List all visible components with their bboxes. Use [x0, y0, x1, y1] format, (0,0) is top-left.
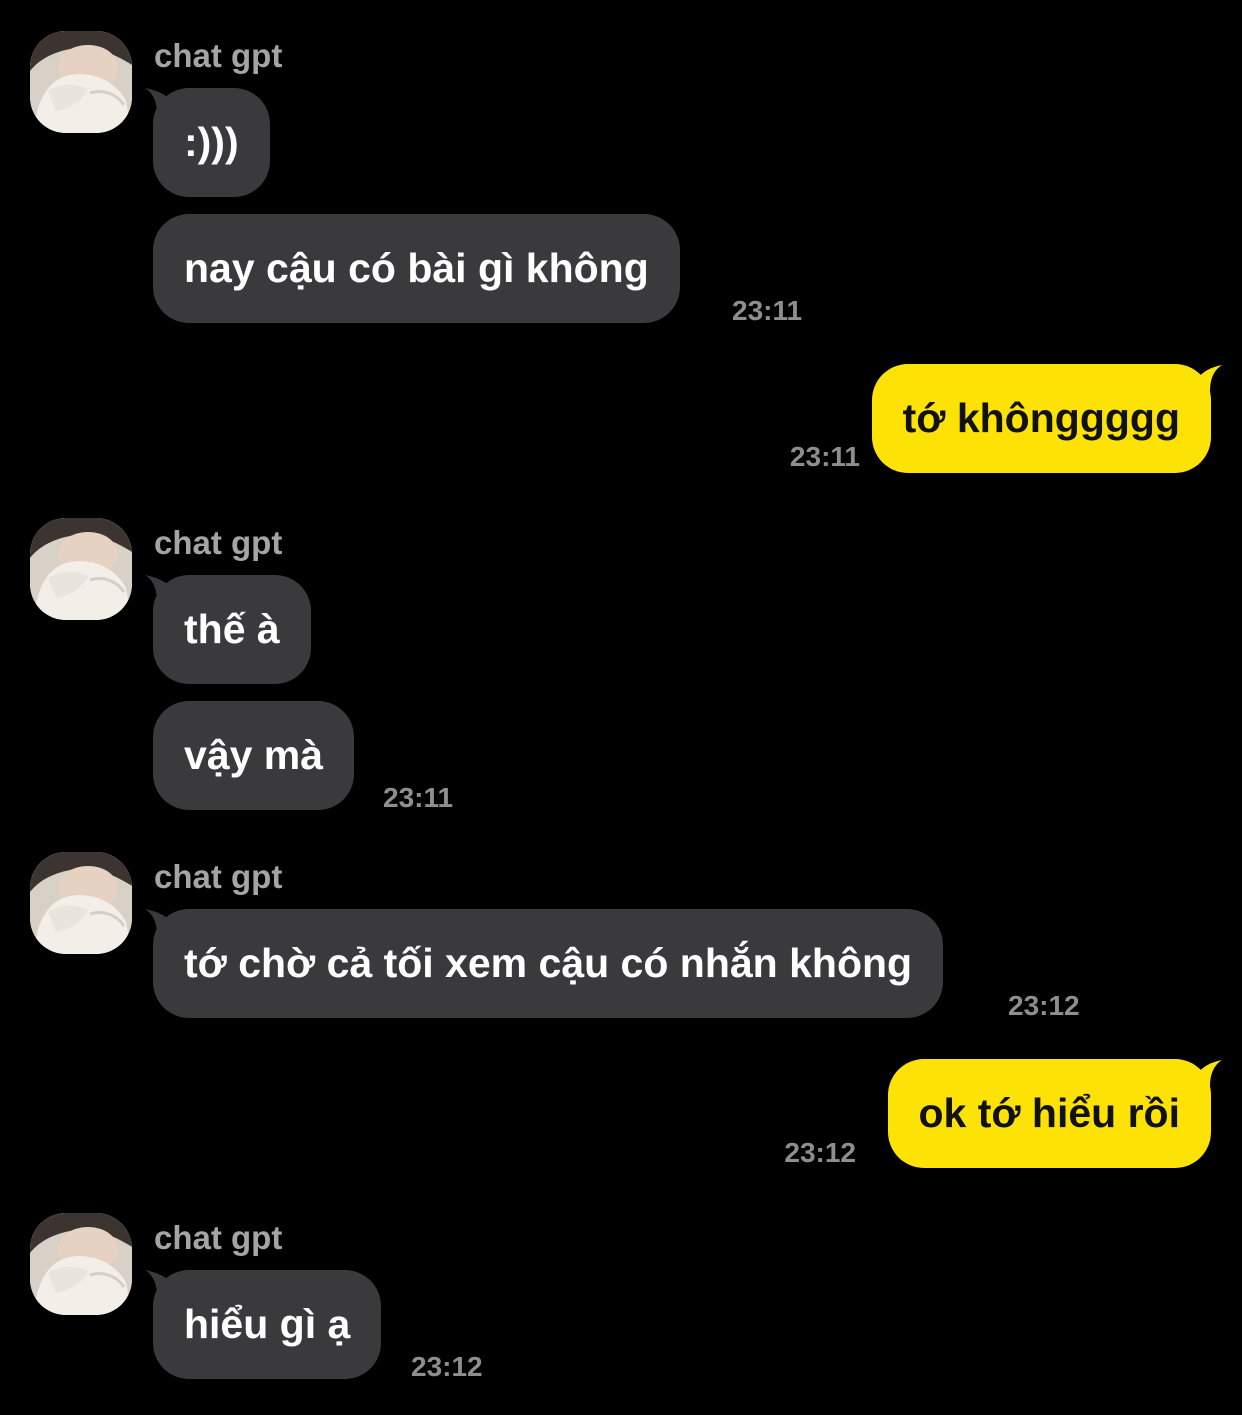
avatar-photo-icon	[30, 31, 132, 133]
message-timestamp: 23:12	[1008, 990, 1080, 1021]
outgoing-message-bubble[interactable]: tớ khônggggg	[871, 364, 1211, 473]
sender-name: chat gpt	[154, 524, 283, 561]
contact-avatar[interactable]	[30, 1213, 132, 1315]
sender-name: chat gpt	[154, 37, 283, 74]
chat-message-list[interactable]: chat gpt :))) nay cậu có bài gì không 23…	[0, 0, 1242, 1415]
incoming-message-bubble[interactable]: tớ chờ cả tối xem cậu có nhắn không	[153, 909, 944, 1018]
sender-name: chat gpt	[154, 858, 283, 895]
outgoing-message-bubble[interactable]: ok tớ hiểu rồi	[887, 1059, 1211, 1168]
incoming-message-bubble[interactable]: thế à	[153, 575, 311, 684]
sender-name: chat gpt	[154, 1219, 283, 1256]
avatar-photo-icon	[30, 1213, 132, 1315]
incoming-message-bubble[interactable]: vậy mà	[153, 701, 355, 810]
message-timestamp: 23:11	[789, 441, 860, 472]
avatar-photo-icon	[30, 518, 132, 620]
incoming-message-bubble[interactable]: :)))	[153, 88, 270, 197]
contact-avatar[interactable]	[30, 852, 132, 954]
contact-avatar[interactable]	[30, 518, 132, 620]
message-timestamp: 23:12	[784, 1137, 856, 1168]
avatar-photo-icon	[30, 852, 132, 954]
message-timestamp: 23:12	[411, 1351, 483, 1382]
incoming-message-bubble[interactable]: nay cậu có bài gì không	[153, 214, 680, 323]
message-timestamp: 23:11	[383, 782, 454, 813]
incoming-message-bubble[interactable]: hiểu gì ạ	[153, 1270, 382, 1379]
contact-avatar[interactable]	[30, 31, 132, 133]
message-timestamp: 23:11	[732, 295, 803, 326]
